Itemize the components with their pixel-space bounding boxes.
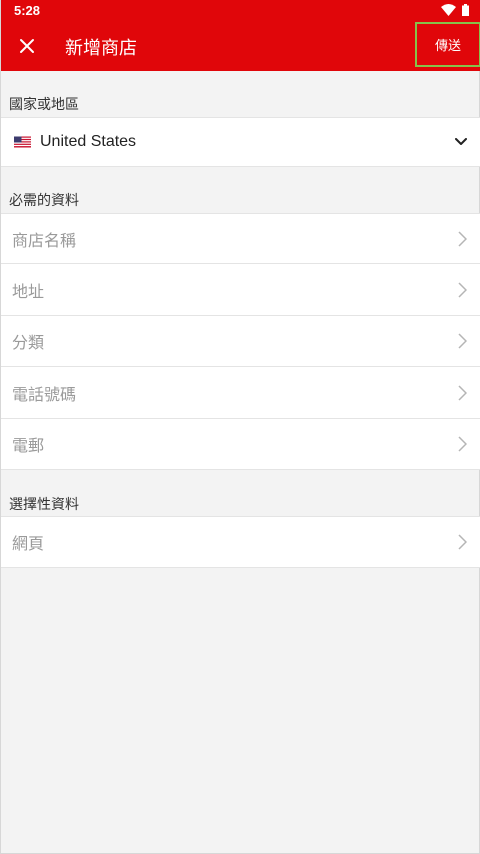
close-icon (20, 39, 34, 53)
status-icons (441, 4, 469, 16)
us-flag-icon (14, 136, 31, 148)
chevron-right-icon (458, 281, 467, 298)
send-button[interactable]: 傳送 (415, 22, 480, 67)
phone-field[interactable]: 電話號碼 (1, 367, 480, 419)
chevron-right-icon (458, 436, 467, 452)
field-label: 地址 (12, 281, 45, 301)
page-title: 新增商店 (65, 38, 137, 59)
chevron-right-icon (458, 230, 467, 247)
field-label: 電話號碼 (12, 384, 77, 404)
chevron-right-icon (458, 333, 467, 349)
chevron-right-icon (458, 534, 467, 550)
country-section-header: 國家或地區 (9, 97, 79, 113)
field-label: 商店名稱 (12, 230, 77, 250)
field-label: 電郵 (12, 436, 45, 455)
field-label: 網頁 (12, 534, 45, 553)
address-field[interactable]: 地址 (1, 264, 480, 316)
wifi-icon (441, 4, 456, 16)
field-label: 分類 (12, 333, 45, 352)
website-field[interactable]: 網頁 (1, 516, 480, 568)
app-bar: 新增商店 傳送 (1, 22, 480, 71)
chevron-down-icon (455, 138, 467, 145)
country-name: United States (40, 133, 137, 150)
required-section-header: 必需的資料 (9, 193, 79, 209)
optional-section-header: 選擇性資料 (9, 497, 79, 513)
category-field[interactable]: 分類 (1, 316, 480, 367)
chevron-right-icon (458, 384, 467, 401)
status-bar: 5:28 (1, 0, 480, 22)
close-button[interactable] (9, 28, 45, 64)
email-field[interactable]: 電郵 (1, 419, 480, 470)
store-name-field[interactable]: 商店名稱 (1, 213, 480, 264)
country-selector[interactable]: United States (1, 117, 480, 167)
send-button-label: 傳送 (434, 39, 461, 54)
status-time: 5:28 (14, 3, 41, 18)
battery-icon (462, 4, 469, 16)
